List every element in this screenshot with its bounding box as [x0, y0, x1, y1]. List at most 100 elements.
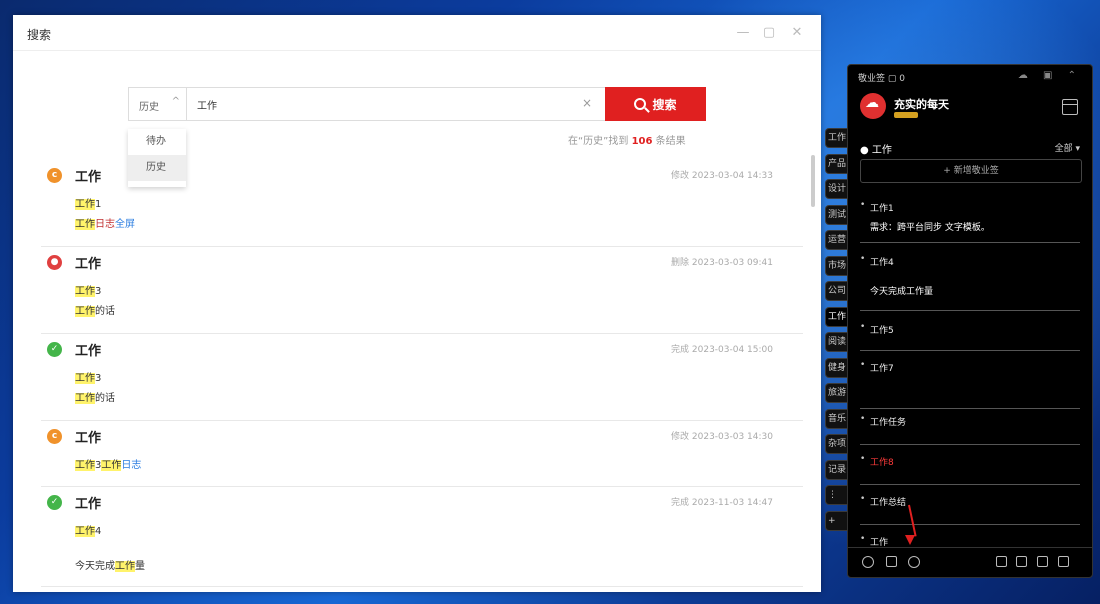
category-tab[interactable]: 健身: [825, 357, 847, 378]
note-item[interactable]: 工作5: [860, 322, 1080, 351]
status-icon: c: [47, 429, 62, 444]
note-item[interactable]: 工作4 今天完成工作量: [860, 254, 1080, 311]
note-title: 工作5: [860, 322, 1080, 336]
note-item[interactable]: 工作任务: [860, 414, 1080, 445]
panel-count: 0: [899, 74, 905, 84]
snippet-text: 量: [135, 561, 145, 572]
result-item[interactable]: c 工作 修改 2023-03-03 14:30 工作3工作日志: [41, 421, 803, 487]
close-button[interactable]: ✕: [789, 25, 805, 41]
note-item[interactable]: 工作7: [860, 360, 1080, 409]
match-highlight: 工作: [75, 526, 95, 537]
category-tab[interactable]: 旅游: [825, 383, 847, 403]
snippet-text: 今天完成: [75, 561, 115, 572]
result-item[interactable]: ✓ 工作 完成 2023-11-03 14:47 工作4 今天完成工作量: [41, 487, 803, 587]
result-snippet: 工作1: [75, 195, 101, 210]
match-highlight: 工作: [75, 306, 95, 317]
category-tab[interactable]: 记录: [825, 459, 847, 480]
match-highlight: 工作: [75, 199, 95, 210]
edit-icon[interactable]: [886, 556, 897, 567]
panel-window-controls[interactable]: ☁ ▣ ⌃: [1018, 70, 1082, 81]
search-icon[interactable]: [908, 556, 920, 568]
group-title[interactable]: ● 工作: [860, 141, 892, 156]
match-highlight: 工作: [75, 393, 95, 404]
result-count: 在“历史”找到 106 条结果: [568, 132, 686, 147]
clock-icon[interactable]: [862, 556, 874, 568]
snippet-text: 全屏: [115, 219, 135, 230]
result-title: 工作: [75, 170, 102, 185]
notes-panel: 敬业签 ▢ 0 ☁ ▣ ⌃ 充实的每天 ● 工作 全部 ▾ + 新增敬业签 工作…: [847, 64, 1093, 578]
results-list: c 工作 修改 2023-03-04 14:33 工作1 工作日志全屏 ● 工作 删除 202…: [41, 160, 803, 587]
panel-toolbar: [848, 547, 1092, 577]
square-icon[interactable]: [996, 556, 1007, 567]
note-item[interactable]: 工作1 需求：跨平台同步 文字模板。: [860, 200, 1080, 243]
note-item[interactable]: 工作: [860, 534, 1080, 548]
maximize-button[interactable]: ▢: [761, 25, 777, 41]
search-bar: 历史 ^ × 搜索: [128, 87, 706, 121]
result-time: 修改 2023-03-03 14:30: [671, 432, 773, 442]
result-snippet: 工作日志全屏: [75, 215, 135, 230]
category-tab[interactable]: 工作: [825, 306, 849, 327]
note-title: 工作4: [860, 254, 1080, 268]
note-item[interactable]: 工作总结: [860, 494, 1080, 525]
new-note-button[interactable]: + 新增敬业签: [860, 159, 1082, 183]
layout-icon[interactable]: [1062, 99, 1078, 115]
result-item[interactable]: ● 工作 删除 2023-03-03 09:41 工作3 工作的话: [41, 247, 803, 334]
result-count-number: 106: [631, 136, 653, 147]
note-title: 工作总结: [860, 494, 1080, 508]
list-icon[interactable]: [1058, 556, 1069, 567]
category-tab[interactable]: 公司: [825, 281, 847, 301]
result-time: 完成 2023-11-03 14:47: [671, 498, 773, 508]
scope-option-todo[interactable]: 待办: [128, 129, 186, 155]
scope-select[interactable]: 历史 ^: [128, 87, 186, 121]
annotation-arrow-head: [905, 535, 915, 545]
search-button-label: 搜索: [652, 97, 677, 112]
result-title: 工作: [75, 431, 102, 446]
search-window: 搜索 — ▢ ✕ 历史 ^ × 搜索 待办 历史 在“历史”找到 106 条结果…: [13, 15, 821, 592]
result-title: 工作: [75, 344, 102, 359]
category-tab[interactable]: +: [825, 510, 847, 531]
vip-badge: [894, 112, 918, 118]
scrollbar[interactable]: [811, 155, 815, 207]
result-item[interactable]: c 工作 修改 2023-03-04 14:33 工作1 工作日志全屏: [41, 160, 803, 247]
status-icon: ✓: [47, 495, 62, 510]
panel-title: 敬业签: [858, 74, 886, 84]
category-tab[interactable]: 工作: [825, 128, 847, 148]
result-snippet: 工作3: [75, 369, 101, 384]
category-tab[interactable]: 音乐: [825, 408, 847, 429]
result-snippet: 工作的话: [75, 389, 115, 404]
match-highlight: 工作: [75, 373, 95, 384]
search-input[interactable]: [186, 87, 606, 121]
status-icon: ✓: [47, 342, 62, 357]
result-item[interactable]: ✓ 工作 完成 2023-03-04 15:00 工作3 工作的话: [41, 334, 803, 421]
window-title: 搜索: [27, 28, 52, 42]
category-tab[interactable]: 设计: [825, 179, 847, 199]
category-tab[interactable]: ⋮: [825, 485, 847, 505]
result-snippet: 工作3工作日志: [75, 456, 141, 471]
category-tab[interactable]: 市场: [825, 255, 847, 276]
category-tab[interactable]: 阅读: [825, 332, 847, 352]
category-tab[interactable]: 杂项: [825, 434, 847, 454]
note-title: 工作任务: [860, 414, 1080, 428]
minimize-button[interactable]: —: [735, 25, 751, 41]
snippet-text: 1: [95, 199, 102, 210]
result-title: 工作: [75, 497, 102, 512]
category-tab[interactable]: 运营: [825, 230, 847, 250]
match-highlight: 工作: [75, 219, 95, 230]
search-icon: [634, 98, 647, 110]
note-title: 工作1: [860, 200, 1080, 214]
note-body: 今天完成工作量: [870, 287, 934, 297]
category-tab[interactable]: 测试: [825, 204, 847, 225]
category-tab[interactable]: 产品: [825, 153, 847, 174]
note-item[interactable]: 工作8: [860, 454, 1080, 485]
user-name: 充实的每天: [894, 98, 949, 111]
search-button[interactable]: 搜索: [605, 87, 706, 121]
result-snippet: 工作的话: [75, 302, 115, 317]
snippet-text: 的话: [95, 393, 115, 404]
chat-icon[interactable]: [1037, 556, 1048, 567]
clear-icon[interactable]: ×: [582, 96, 592, 110]
message-icon: ▢: [887, 74, 900, 84]
filter-dropdown[interactable]: 全部 ▾: [1055, 141, 1080, 154]
image-icon[interactable]: [1016, 556, 1027, 567]
avatar[interactable]: [860, 93, 886, 119]
note-title: 工作8: [860, 454, 1080, 468]
